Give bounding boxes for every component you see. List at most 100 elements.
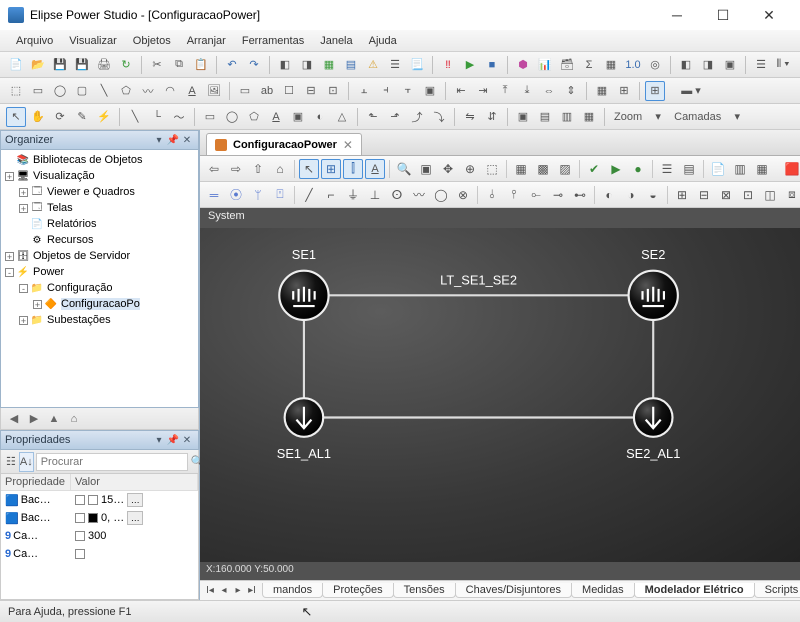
property-row[interactable]: 🟦Bac…0, ……: [1, 509, 198, 527]
tree-node[interactable]: +🗔Telas: [1, 200, 198, 216]
bt-first-icon[interactable]: I◂: [204, 585, 216, 596]
pointer-icon[interactable]: ↖: [6, 107, 26, 127]
bt-last-icon[interactable]: ▸I: [246, 585, 258, 596]
control5-icon[interactable]: ⊡: [323, 81, 343, 101]
paste-icon[interactable]: 📋: [191, 55, 211, 75]
e3-icon[interactable]: ⊠: [716, 185, 736, 205]
hand-icon[interactable]: ✋: [28, 107, 48, 127]
dropdown-icon[interactable]: ▾: [152, 135, 166, 146]
layout1-icon[interactable]: ☰: [751, 55, 771, 75]
e5-icon[interactable]: ◫: [760, 185, 780, 205]
property-row[interactable]: 9Ca…300: [1, 527, 198, 545]
db-icon[interactable]: 🗃: [557, 55, 577, 75]
sort-icon[interactable]: A↓: [19, 452, 34, 472]
bottom-tab[interactable]: Modelador Elétrico: [634, 583, 755, 598]
ground-icon[interactable]: ⏚: [343, 185, 363, 205]
zoom-dropdown[interactable]: ▾: [648, 107, 668, 127]
play-icon[interactable]: ▶: [460, 55, 480, 75]
num-icon[interactable]: 1.0: [623, 55, 643, 75]
undo-icon[interactable]: ↶: [222, 55, 242, 75]
align2-icon[interactable]: ⫞: [376, 81, 396, 101]
dist4-icon[interactable]: ⤓: [517, 81, 537, 101]
mlist-icon[interactable]: ☰: [657, 159, 677, 179]
layout2-icon[interactable]: ⫴ ▾: [773, 55, 793, 75]
pin-icon[interactable]: 📌: [166, 435, 180, 446]
res-icon[interactable]: 〰: [409, 185, 429, 205]
bottom-tab[interactable]: Medidas: [571, 583, 635, 598]
shape1-icon[interactable]: ▭: [200, 107, 220, 127]
xfmr-icon[interactable]: ⊗: [453, 185, 473, 205]
shape5-icon[interactable]: △: [332, 107, 352, 127]
organizer-header[interactable]: Organizer ▾ 📌 ✕: [0, 130, 199, 150]
dist2-icon[interactable]: ⇥: [473, 81, 493, 101]
gcheck-icon[interactable]: ✔: [584, 159, 604, 179]
msheet-icon[interactable]: 📄: [708, 159, 728, 179]
e2-icon[interactable]: ⊟: [694, 185, 714, 205]
src-icon[interactable]: ◯: [431, 185, 451, 205]
jump-icon[interactable]: ⌐: [321, 185, 341, 205]
group-icon[interactable]: ▣: [420, 81, 440, 101]
pen-icon[interactable]: ✎: [72, 107, 92, 127]
move-icon[interactable]: ✥: [438, 159, 458, 179]
close-button[interactable]: ✕: [746, 0, 792, 30]
menu-arranjar[interactable]: Arranjar: [179, 33, 234, 49]
grp-icon[interactable]: ▣: [288, 107, 308, 127]
panel-close-icon[interactable]: ✕: [180, 435, 194, 446]
branch-icon[interactable]: ᛘ: [248, 185, 268, 205]
center-icon[interactable]: ⊕: [460, 159, 480, 179]
bottom-tab[interactable]: Tensões: [393, 583, 456, 598]
bt-prev-icon[interactable]: ◂: [218, 585, 230, 596]
node-icon[interactable]: ⦿: [226, 185, 246, 205]
mup-icon[interactable]: ⇧: [248, 159, 268, 179]
tree-home-icon[interactable]: ⌂: [65, 410, 83, 428]
menu-ajuda[interactable]: Ajuda: [361, 33, 405, 49]
bolt-icon[interactable]: ⚡: [94, 107, 114, 127]
control3-icon[interactable]: ☐: [279, 81, 299, 101]
chart-icon[interactable]: 📊: [535, 55, 555, 75]
mlabel-icon[interactable]: A: [365, 159, 385, 179]
lay2-icon[interactable]: ▤: [535, 107, 555, 127]
menu-visualizar[interactable]: Visualizar: [61, 33, 125, 49]
bottom-tab[interactable]: mandos: [262, 583, 323, 598]
line-icon[interactable]: ╲: [94, 81, 114, 101]
rrect-icon[interactable]: ▢: [72, 81, 92, 101]
new-icon[interactable]: 📄: [6, 55, 26, 75]
maximize-button[interactable]: ☐: [700, 0, 746, 30]
cat-icon[interactable]: ☷: [5, 452, 17, 472]
seg-icon[interactable]: ╲: [125, 107, 145, 127]
sw5-icon[interactable]: ⊷: [570, 185, 590, 205]
dist6-icon[interactable]: ⇕: [561, 81, 581, 101]
ellipse-icon[interactable]: ◯: [50, 81, 70, 101]
mhome-icon[interactable]: ⌂: [270, 159, 290, 179]
grid2-icon[interactable]: ⊞: [645, 81, 665, 101]
tree-node[interactable]: -⚡Power: [1, 264, 198, 280]
dist3-icon[interactable]: ⤒: [495, 81, 515, 101]
align3-icon[interactable]: ⫟: [398, 81, 418, 101]
list-icon[interactable]: ☰: [385, 55, 405, 75]
mmisc2-icon[interactable]: ▩: [533, 159, 553, 179]
gplay-icon[interactable]: ▶: [606, 159, 626, 179]
save-icon[interactable]: 💾: [50, 55, 70, 75]
save-all-icon[interactable]: 💾: [72, 55, 92, 75]
print-icon[interactable]: 🖨: [94, 55, 114, 75]
warn-icon[interactable]: ⚠: [363, 55, 383, 75]
mmisc3-icon[interactable]: ▨: [555, 159, 575, 179]
mview-icon[interactable]: ▦: [752, 159, 772, 179]
msel-icon[interactable]: ↖: [299, 159, 319, 179]
misc3-icon[interactable]: ▣: [720, 55, 740, 75]
panel-close-icon[interactable]: ✕: [180, 135, 194, 146]
tree-node[interactable]: 📚Bibliotecas de Objetos: [1, 152, 198, 168]
lay1-icon[interactable]: ▣: [513, 107, 533, 127]
misc1-icon[interactable]: ◧: [676, 55, 696, 75]
property-row[interactable]: 🟦Bac…15……: [1, 491, 198, 509]
tree-node[interactable]: ⚙Recursos: [1, 232, 198, 248]
msnap-icon[interactable]: ⊞: [321, 159, 341, 179]
minimize-button[interactable]: ─: [654, 0, 700, 30]
diagram-canvas[interactable]: LT_SE1_SE2 SE1 SE2: [200, 228, 800, 562]
menu-janela[interactable]: Janela: [312, 33, 360, 49]
tree-back-icon[interactable]: ◀: [5, 410, 23, 428]
search-input[interactable]: [36, 453, 188, 471]
free-icon[interactable]: 〜: [169, 107, 189, 127]
tool-icon[interactable]: ◧: [275, 55, 295, 75]
image-icon[interactable]: 🖼: [204, 81, 224, 101]
